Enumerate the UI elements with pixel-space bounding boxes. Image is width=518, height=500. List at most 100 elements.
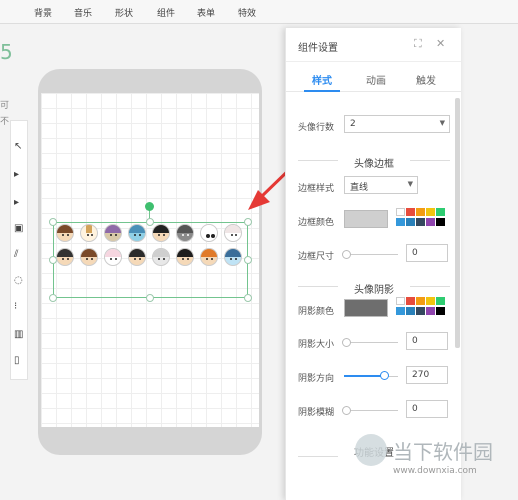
avatar-image	[104, 224, 122, 242]
left-text-fragment: 不	[0, 117, 10, 127]
border-style-select[interactable]: 直线 ▼	[344, 176, 418, 194]
layer-tool-icon[interactable]: ▣	[14, 223, 23, 234]
menu-effects[interactable]: 特效	[238, 6, 256, 19]
avatar-image	[224, 224, 242, 242]
palette-color[interactable]	[396, 208, 405, 216]
grid-tool-icon[interactable]: ▥	[14, 329, 23, 340]
palette-color[interactable]	[426, 297, 435, 305]
palette-color[interactable]	[436, 218, 445, 226]
resize-handle-sw[interactable]	[49, 294, 57, 302]
resize-handle-nw[interactable]	[49, 218, 57, 226]
avatar-image	[152, 224, 170, 242]
shadow-size-slider[interactable]	[344, 342, 398, 343]
expand-icon[interactable]: ⛶	[414, 37, 422, 51]
palette-color[interactable]	[426, 218, 435, 226]
palette-color[interactable]	[406, 218, 415, 226]
shadow-section-title: 头像阴影	[354, 285, 394, 296]
shadow-direction-input[interactable]: 270	[406, 366, 448, 384]
palette-color[interactable]	[416, 297, 425, 305]
palette-color[interactable]	[396, 218, 405, 226]
palette-color[interactable]	[436, 297, 445, 305]
avatar-rows-label: 头像行数	[298, 123, 335, 133]
border-color-swatch[interactable]	[344, 210, 388, 228]
avatar-image	[176, 224, 194, 242]
shadow-size-input[interactable]: 0	[406, 332, 448, 350]
shadow-size-label: 阴影大小	[298, 340, 335, 350]
border-size-label: 边框尺寸	[298, 252, 335, 262]
watermark-logo-icon	[355, 434, 387, 466]
left-text-fragment: 可	[0, 101, 10, 111]
menu-music[interactable]: 音乐	[74, 6, 92, 19]
palette-color[interactable]	[426, 208, 435, 216]
border-size-slider[interactable]	[344, 254, 398, 255]
avatar-image	[176, 248, 194, 266]
border-size-input[interactable]: 0	[406, 244, 448, 262]
menu-form[interactable]: 表单	[197, 6, 215, 19]
left-toolbar: ↖ ▸ ▸ ▣ ⫽ ◌ ⁝ ▥ ▯	[10, 120, 28, 380]
active-tab-indicator	[304, 90, 340, 92]
resize-handle-s[interactable]	[146, 294, 154, 302]
avatar-rows-select[interactable]: 2 ▼	[344, 115, 450, 133]
border-color-palette	[396, 208, 448, 230]
close-icon[interactable]: ✕	[436, 37, 445, 50]
border-style-label: 边框样式	[298, 184, 335, 194]
palette-color[interactable]	[416, 218, 425, 226]
shadow-blur-slider[interactable]	[344, 410, 398, 411]
avatar-image	[128, 248, 146, 266]
play-tool-icon[interactable]: ▸	[14, 197, 19, 208]
avatar-image	[104, 248, 122, 266]
shadow-blur-knob[interactable]	[342, 406, 351, 415]
palette-color[interactable]	[396, 297, 405, 305]
palette-color[interactable]	[406, 208, 415, 216]
panel-header: 组件设置 ⛶ ✕	[286, 28, 461, 62]
tab-trigger[interactable]: 触发	[416, 72, 436, 87]
palette-color[interactable]	[406, 307, 415, 315]
shadow-color-swatch[interactable]	[344, 299, 388, 317]
rotate-handle[interactable]	[145, 202, 154, 211]
page-number-fragment: 5	[0, 40, 13, 64]
chevron-down-icon: ▼	[407, 180, 413, 188]
shadow-direction-knob[interactable]	[380, 371, 389, 380]
border-color-label: 边框颜色	[298, 218, 335, 228]
shadow-blur-input[interactable]: 0	[406, 400, 448, 418]
watermark-brand: 当下软件园	[393, 440, 493, 464]
palette-color[interactable]	[426, 307, 435, 315]
avatar-image	[128, 224, 146, 242]
avatar-image	[200, 248, 218, 266]
palette-color[interactable]	[416, 307, 425, 315]
tab-animation[interactable]: 动画	[366, 72, 386, 87]
shadow-direction-label: 阴影方向	[298, 374, 335, 384]
shadow-direction-fill	[344, 375, 384, 377]
shadow-blur-label: 阴影模糊	[298, 408, 335, 418]
stripe-tool-icon[interactable]: ⫽	[14, 249, 18, 260]
pointer-tool-icon[interactable]: ↖	[14, 141, 22, 152]
divider	[410, 286, 450, 287]
watermark-url: www.downxia.com	[393, 466, 477, 476]
resize-handle-se[interactable]	[244, 294, 252, 302]
palette-color[interactable]	[396, 307, 405, 315]
avatar-image	[80, 248, 98, 266]
palette-color[interactable]	[406, 297, 415, 305]
avatar-image	[56, 224, 74, 242]
circle-tool-icon[interactable]: ◌	[14, 275, 23, 286]
dots-tool-icon[interactable]: ⁝	[14, 301, 17, 312]
palette-color[interactable]	[436, 307, 445, 315]
avatar-image	[224, 248, 242, 266]
palette-color[interactable]	[416, 208, 425, 216]
menu-component[interactable]: 组件	[157, 6, 175, 19]
watermark: 当下软件园 www.downxia.com	[355, 430, 505, 490]
menu-shape[interactable]: 形状	[115, 6, 133, 19]
shadow-size-knob[interactable]	[342, 338, 351, 347]
avatar-image	[56, 248, 74, 266]
play-tool-icon[interactable]: ▸	[14, 169, 19, 180]
border-size-knob[interactable]	[342, 250, 351, 259]
avatar-image	[152, 248, 170, 266]
menu-background[interactable]: 背景	[34, 6, 52, 19]
border-section-title: 头像边框	[354, 159, 394, 170]
page-tool-icon[interactable]: ▯	[14, 355, 20, 366]
resize-handle-e[interactable]	[244, 256, 252, 264]
palette-color[interactable]	[436, 208, 445, 216]
panel-scrollbar[interactable]	[455, 98, 460, 348]
chevron-down-icon: ▼	[439, 119, 445, 127]
tab-style[interactable]: 样式	[312, 72, 332, 87]
